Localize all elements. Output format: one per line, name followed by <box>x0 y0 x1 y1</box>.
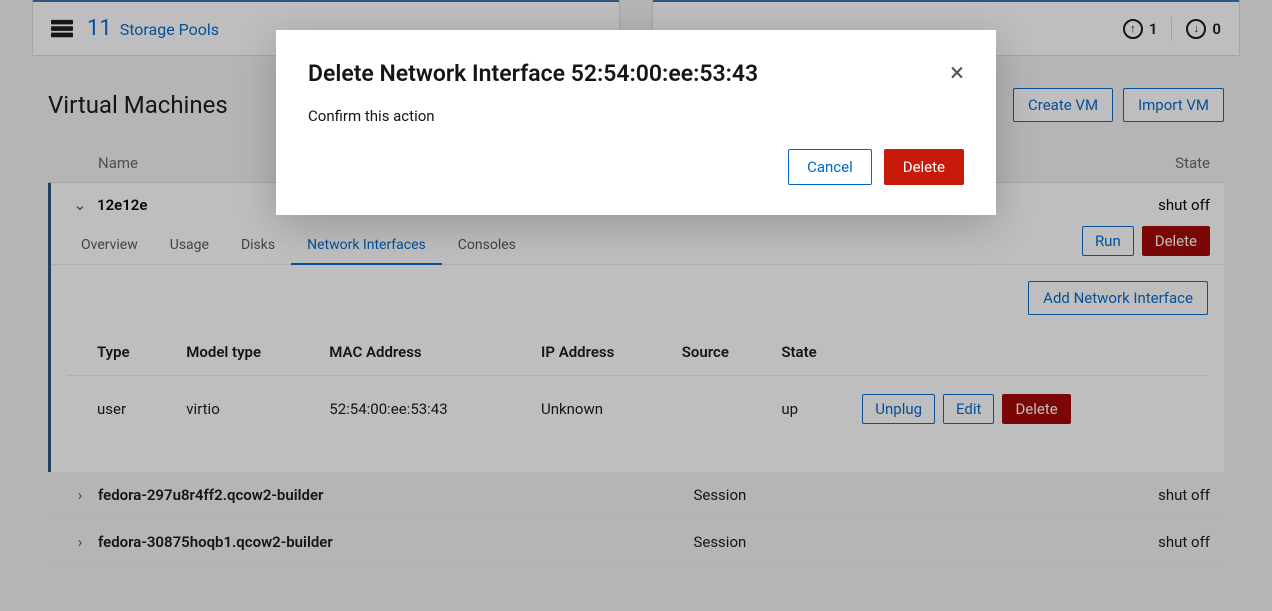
modal-body: Confirm this action <box>308 107 964 125</box>
cancel-button[interactable]: Cancel <box>788 149 872 185</box>
close-icon[interactable]: × <box>950 60 964 86</box>
confirm-delete-button[interactable]: Delete <box>884 149 964 185</box>
modal-title: Delete Network Interface 52:54:00:ee:53:… <box>308 60 758 87</box>
delete-nic-modal: Delete Network Interface 52:54:00:ee:53:… <box>276 30 996 215</box>
